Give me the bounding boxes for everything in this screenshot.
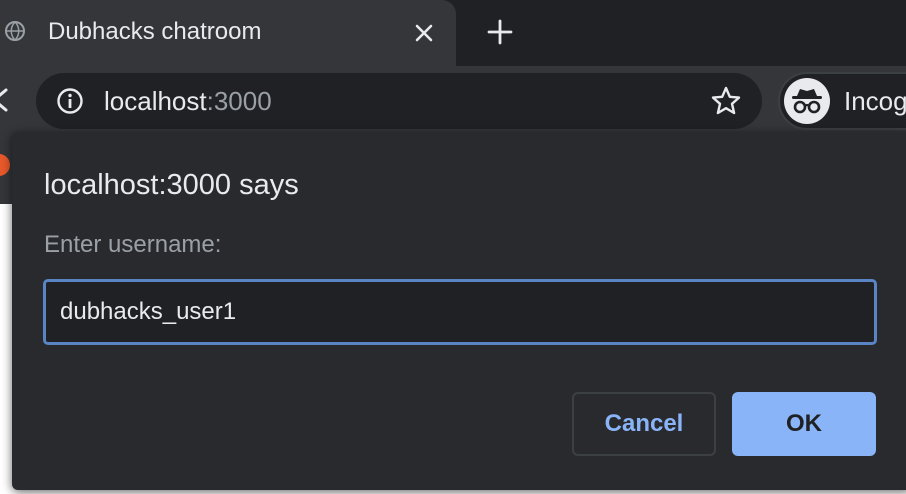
tab-strip: Dubhacks chatroom	[0, 0, 906, 66]
new-tab-plus-icon[interactable]	[484, 16, 516, 48]
cancel-button[interactable]: Cancel	[572, 392, 716, 456]
address-bar[interactable]: localhost:3000	[36, 73, 762, 129]
info-icon[interactable]	[56, 87, 84, 115]
profile-label: Incog	[844, 86, 906, 116]
incognito-icon	[784, 78, 830, 124]
close-icon[interactable]	[410, 19, 438, 47]
incognito-profile-chip[interactable]: Incog	[778, 72, 906, 130]
back-arrow-icon[interactable]	[0, 86, 14, 114]
dialog-title: localhost:3000 says	[44, 169, 299, 201]
bookmark-star-icon[interactable]	[710, 85, 742, 117]
browser-toolbar: localhost:3000 Incog	[0, 66, 906, 136]
globe-icon	[4, 20, 26, 42]
extension-icon[interactable]	[0, 154, 10, 176]
tab-active[interactable]: Dubhacks chatroom	[0, 0, 456, 66]
url-text: localhost:3000	[104, 86, 272, 116]
username-input[interactable]	[43, 279, 877, 345]
dialog-message: Enter username:	[44, 231, 222, 258]
url-host: localhost	[104, 86, 207, 116]
tab-title: Dubhacks chatroom	[48, 18, 262, 45]
url-port: :3000	[206, 86, 272, 116]
prompt-dialog: localhost:3000 says Enter username: Canc…	[12, 132, 906, 490]
ok-button[interactable]: OK	[732, 392, 876, 456]
